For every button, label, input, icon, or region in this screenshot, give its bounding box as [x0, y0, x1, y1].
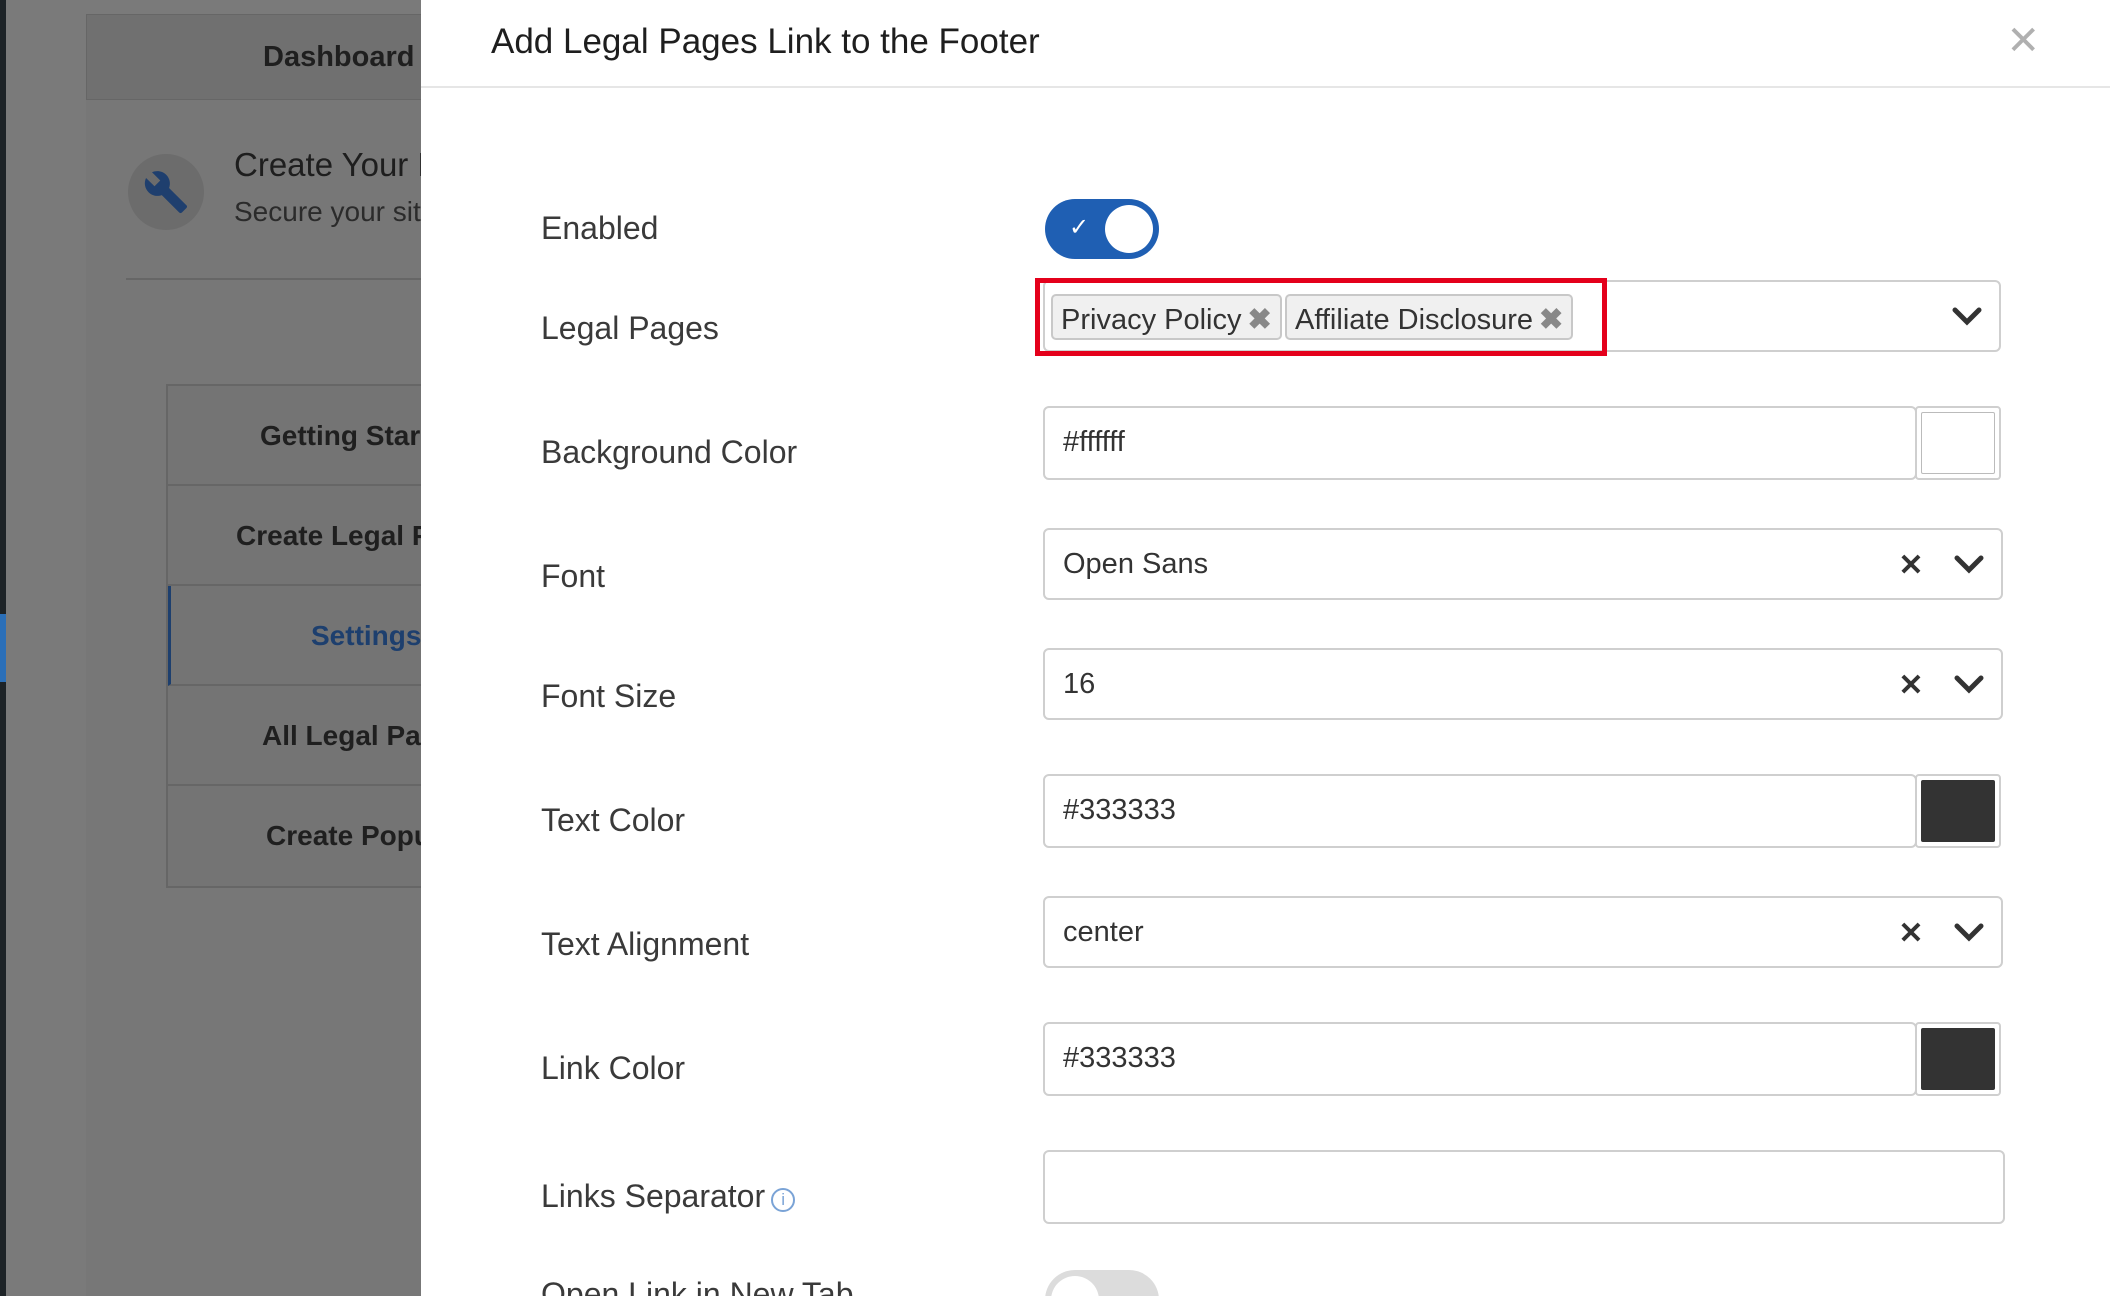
wrench-icon — [128, 154, 204, 230]
divider — [126, 278, 426, 280]
text-color-input[interactable]: #333333 — [1043, 774, 1917, 848]
modal-dialog: Add Legal Pages Link to the Footer ✕ Ena… — [421, 0, 2110, 1296]
toggle-knob — [1051, 1276, 1099, 1296]
background-nav: Getting Star Create Legal P Settings All… — [166, 384, 426, 888]
enabled-label: Enabled — [541, 210, 659, 246]
swatch-color — [1921, 1028, 1995, 1090]
nav-item-settings[interactable]: Settings — [168, 586, 424, 686]
text-color-swatch[interactable] — [1915, 774, 2001, 848]
info-icon[interactable]: i — [771, 1188, 796, 1212]
text-color-label: Text Color — [541, 802, 686, 838]
links-separator-label-text: Links Separator — [541, 1178, 766, 1214]
legal-pages-label: Legal Pages — [541, 310, 719, 346]
modal-header: Add Legal Pages Link to the Footer ✕ — [421, 0, 2110, 88]
nav-item-getting-started[interactable]: Getting Star — [168, 386, 424, 486]
font-size-value: 16 — [1063, 668, 1096, 700]
link-color-swatch[interactable] — [1915, 1022, 2001, 1096]
nav-item-all-legal-pages[interactable]: All Legal Pag — [168, 686, 424, 786]
font-value: Open Sans — [1063, 548, 1209, 580]
link-color-label: Link Color — [541, 1050, 686, 1086]
open-new-tab-toggle[interactable] — [1045, 1270, 1159, 1296]
dashboard-tab[interactable]: Dashboard — [86, 14, 426, 100]
clear-icon[interactable]: ✕ — [1891, 666, 1931, 706]
text-alignment-label: Text Alignment — [541, 926, 750, 962]
background-card-title: Create Your L — [234, 146, 436, 183]
nav-item-create-legal-pages[interactable]: Create Legal P — [168, 486, 424, 586]
links-separator-label: Links Separator i — [541, 1178, 796, 1215]
swatch-color — [1921, 780, 1995, 842]
chevron-down-icon[interactable] — [1949, 912, 1989, 952]
link-color-value: #333333 — [1063, 1042, 1176, 1074]
enabled-toggle[interactable]: ✓ — [1045, 199, 1159, 259]
toggle-knob — [1105, 205, 1153, 253]
open-new-tab-label: Open Link in New Tab — [541, 1276, 854, 1296]
check-icon: ✓ — [1069, 214, 1090, 241]
font-size-label: Font Size — [541, 678, 677, 714]
modal-title: Add Legal Pages Link to the Footer — [491, 22, 1040, 61]
background-card-subtitle: Secure your sit — [234, 196, 421, 227]
chevron-down-icon[interactable] — [1949, 544, 1989, 584]
clear-icon[interactable]: ✕ — [1891, 914, 1931, 954]
text-alignment-select[interactable]: center ✕ — [1043, 896, 2003, 968]
background-color-label: Background Color — [541, 434, 798, 470]
chevron-down-icon[interactable] — [1949, 664, 1989, 704]
nav-item-create-popup[interactable]: Create Popu — [168, 786, 424, 886]
background-color-swatch[interactable] — [1915, 406, 2001, 480]
background-color-value: #ffffff — [1063, 426, 1125, 458]
link-color-input[interactable]: #333333 — [1043, 1022, 1917, 1096]
text-color-value: #333333 — [1063, 794, 1176, 826]
background-color-input[interactable]: #ffffff — [1043, 406, 1917, 480]
highlight-box — [1035, 278, 1607, 356]
close-icon[interactable]: ✕ — [2006, 18, 2040, 64]
text-alignment-value: center — [1063, 916, 1144, 948]
font-label: Font — [541, 558, 606, 594]
swatch-color — [1921, 412, 1995, 474]
links-separator-input[interactable] — [1043, 1150, 2005, 1224]
dashboard-label: Dashboard — [263, 41, 415, 73]
font-select[interactable]: Open Sans ✕ — [1043, 528, 2003, 600]
font-size-select[interactable]: 16 ✕ — [1043, 648, 2003, 720]
clear-icon[interactable]: ✕ — [1891, 546, 1931, 586]
chevron-down-icon[interactable] — [1947, 296, 1987, 336]
